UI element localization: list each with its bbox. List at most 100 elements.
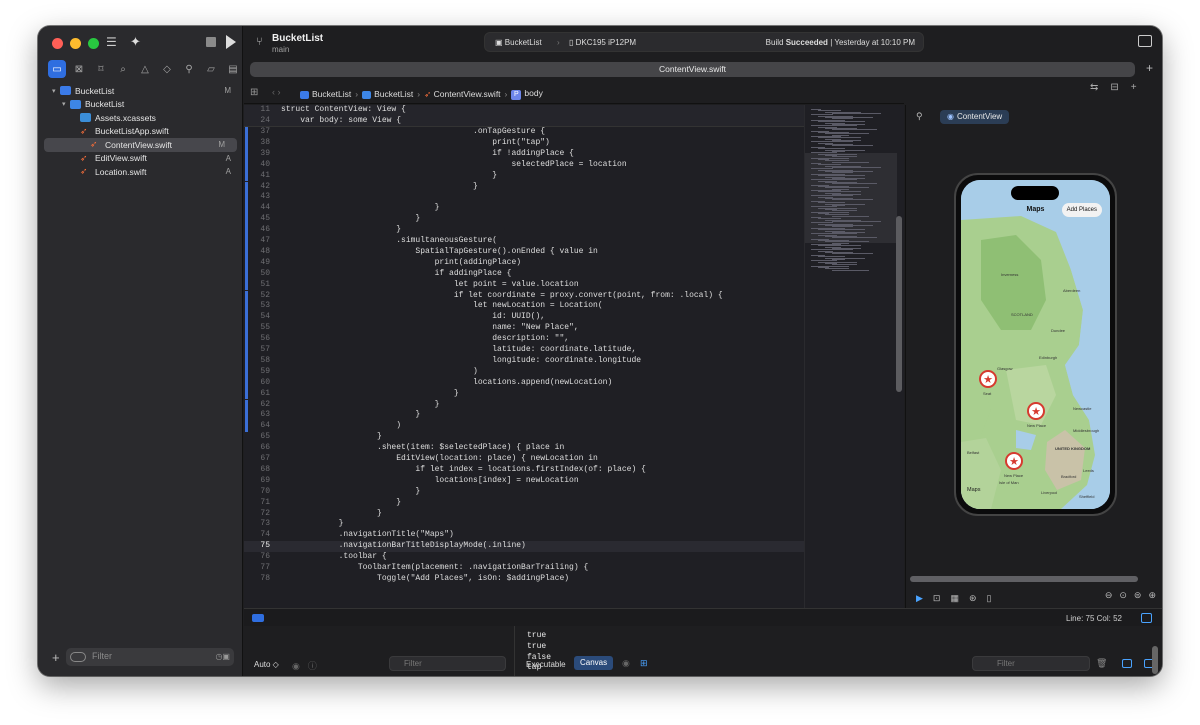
debug-area-toggle-icon[interactable]	[252, 614, 264, 622]
add-places-toggle[interactable]: Add Places	[1061, 203, 1102, 217]
code-line[interactable]: 58 longitude: coordinate.longitude	[244, 355, 804, 367]
code-line[interactable]: 11 struct ContentView: View {	[244, 105, 804, 116]
code-line[interactable]: 68 if let index = locations.firstIndex(o…	[244, 465, 804, 476]
tab-executable[interactable]: Executable	[526, 660, 566, 669]
variables-filter-input[interactable]: Filter	[389, 656, 506, 671]
canvas-scrollbar[interactable]	[910, 576, 1138, 582]
sidebar-item-editview-swift[interactable]: ➶ EditView.swift A	[38, 152, 243, 166]
pin-icon[interactable]: ⚲	[916, 111, 923, 122]
zoom-out-icon[interactable]: ⊖	[1105, 590, 1113, 601]
minimap[interactable]	[804, 105, 904, 608]
zoom-in-icon[interactable]: ⊕	[1148, 590, 1156, 601]
code-line[interactable]: 71 }	[244, 498, 804, 509]
tab-contentview[interactable]: ContentView.swift	[250, 62, 1135, 77]
scope-selector[interactable]: Auto ◇	[254, 660, 279, 669]
source-control-icon[interactable]: ⊠	[70, 60, 88, 78]
code-line[interactable]: 73 }	[244, 519, 804, 530]
code-line[interactable]: 61 }	[244, 388, 804, 400]
minimize-window-button[interactable]	[70, 38, 81, 49]
chevron-down-icon[interactable]: ▾	[52, 87, 60, 95]
variants-icon[interactable]: ▦	[950, 593, 959, 604]
navigator-filter-input[interactable]: Filter ◷▣	[66, 648, 234, 666]
navigator-toggle-icon[interactable]: ☰	[106, 35, 124, 49]
code-line[interactable]: 46 }	[244, 225, 804, 236]
panel-toggle-icon[interactable]	[1141, 613, 1152, 623]
bookmark-icon[interactable]: ⌑	[92, 60, 110, 78]
code-line[interactable]: 63 }	[244, 410, 804, 422]
code-line[interactable]: 78 Toggle("Add Places", isOn: $addingPla…	[244, 574, 804, 585]
code-line[interactable]: 59 )	[244, 366, 804, 378]
tab-canvas[interactable]: Canvas	[574, 656, 614, 670]
code-line[interactable]: 57 latitude: coordinate.latitude,	[244, 345, 804, 356]
map-pin[interactable]: ★	[1027, 402, 1045, 420]
preview-selector[interactable]: ◉ ContentView	[940, 110, 1010, 124]
map-pin[interactable]: ★	[979, 370, 997, 388]
device-settings-icon[interactable]: ⊛	[969, 593, 977, 604]
code-line[interactable]: 45 }	[244, 214, 804, 226]
info-icon[interactable]: ⓘ	[308, 661, 325, 671]
code-line[interactable]: 53 let newLocation = Location(	[244, 301, 804, 313]
device-icon[interactable]: ▯	[987, 593, 992, 604]
code-line[interactable]: 44 }	[244, 203, 804, 215]
live-preview-icon[interactable]: ▶	[916, 593, 923, 604]
code-line[interactable]: 56 description: "",	[244, 334, 804, 345]
debug-icon[interactable]: ⚲	[180, 60, 198, 78]
scheme-selector[interactable]: ▣ BucketList	[495, 38, 542, 47]
recent-filter-icon[interactable]: ◷▣	[215, 652, 230, 661]
editor-layout-icon[interactable]: ⊟	[1110, 82, 1118, 93]
code-line[interactable]: 52 if let coordinate = proxy.convert(poi…	[244, 290, 804, 302]
related-items-icon[interactable]: ⊞	[250, 87, 258, 98]
code-line[interactable]: 66 .sheet(item: $selectedPlace) { place …	[244, 443, 804, 454]
code-line[interactable]: 69 locations[index] = newLocation	[244, 476, 804, 487]
breadcrumb-file[interactable]: ➶ ContentView.swift	[424, 89, 500, 100]
sidebar-item-bucketlistapp-swift[interactable]: ➶ BucketListApp.swift	[38, 125, 243, 139]
code-line[interactable]: 39 if !addingPlace {	[244, 148, 804, 160]
code-line[interactable]: 76 .toolbar {	[244, 552, 804, 563]
device-selector[interactable]: ▯ DKC195 iP12PM	[569, 38, 636, 47]
code-line[interactable]: 40 selectedPlace = location	[244, 159, 804, 171]
code-line[interactable]: 55 name: "New Place",	[244, 323, 804, 335]
sidebar-item-bucketlist[interactable]: ▾ BucketList	[38, 98, 243, 112]
code-line[interactable]: 54 id: UUID(),	[244, 312, 804, 324]
breadcrumb-project[interactable]: BucketList	[300, 89, 351, 99]
zoom-window-button[interactable]	[88, 38, 99, 49]
add-editor-icon[interactable]: +	[1131, 82, 1137, 93]
code-line[interactable]: 72 }	[244, 509, 804, 520]
code-line[interactable]: 65 }	[244, 432, 804, 443]
stop-button[interactable]	[206, 37, 216, 47]
code-line[interactable]: 37 .onTapGesture {	[244, 127, 804, 138]
breadcrumb-symbol[interactable]: Pbody	[511, 88, 543, 100]
inspector-toggle-icon[interactable]	[1138, 35, 1152, 47]
code-line[interactable]: 48 SpatialTapGesture().onEnded { value i…	[244, 246, 804, 258]
code-editor[interactable]: 11 struct ContentView: View {24 var body:…	[244, 105, 804, 608]
code-line[interactable]: 49 print(addingPlace)	[244, 257, 804, 269]
code-line[interactable]: 47 .simultaneousGesture(	[244, 236, 804, 247]
code-line[interactable]: 60 locations.append(newLocation)	[244, 377, 804, 389]
breakpoint-icon[interactable]: ▱	[202, 60, 220, 78]
compare-icon[interactable]: ⇆	[1090, 82, 1098, 93]
map-pin[interactable]: ★	[1005, 452, 1023, 470]
add-icon[interactable]: +	[52, 650, 60, 665]
new-tab-icon[interactable]: +	[1146, 61, 1153, 75]
code-line[interactable]: 62 }	[244, 399, 804, 411]
zoom-actual-icon[interactable]: ⊜	[1134, 590, 1142, 601]
search-icon[interactable]: ⌕	[114, 60, 132, 78]
warning-icon[interactable]: △	[136, 60, 154, 78]
code-line[interactable]: 77 ToolbarItem(placement: .navigationBar…	[244, 563, 804, 574]
code-line[interactable]: 38 print("tap")	[244, 137, 804, 149]
code-line[interactable]: 50 if addingPlace {	[244, 268, 804, 280]
zoom-fit-icon[interactable]: ⊙	[1119, 590, 1127, 601]
test-icon[interactable]: ◇	[158, 60, 176, 78]
sidebar-item-bucketlist[interactable]: ▾ BucketList M	[38, 84, 243, 98]
phone-screen[interactable]: Maps Add Places SCOTLAND Inverness Aberd…	[961, 180, 1110, 509]
code-line[interactable]: 74 .navigationTitle("Maps")	[244, 530, 804, 541]
eye-icon[interactable]: ◉	[292, 661, 308, 671]
console-filter-input[interactable]: Filter	[972, 656, 1090, 671]
filter-options-icon[interactable]: ⊞	[640, 658, 648, 669]
code-line[interactable]: 42 }	[244, 181, 804, 193]
code-line[interactable]: 70 }	[244, 487, 804, 498]
code-line[interactable]: 67 EditView(location: place) { newLocati…	[244, 454, 804, 465]
code-line[interactable]: 75 .navigationBarTitleDisplayMode(.inlin…	[244, 541, 804, 553]
sparkle-icon[interactable]: ✦	[130, 34, 141, 50]
report-icon[interactable]: ▤	[224, 60, 242, 78]
